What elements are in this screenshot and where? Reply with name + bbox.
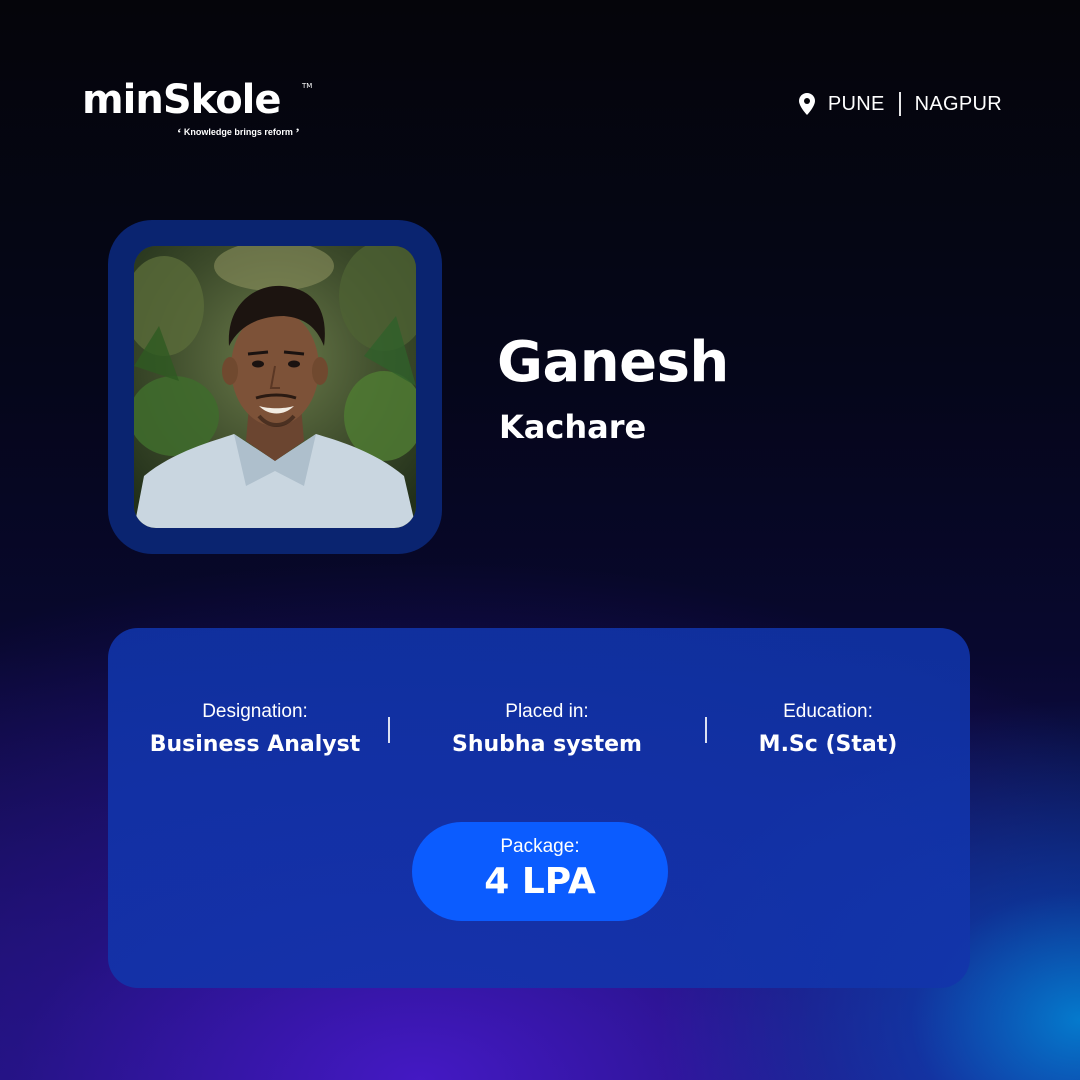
designation-value: Business Analyst bbox=[149, 732, 361, 757]
package-value: 4 LPA bbox=[484, 861, 596, 902]
brand-tagline-text: Knowledge brings reform bbox=[183, 127, 293, 137]
education-label: Education: bbox=[783, 701, 873, 722]
brand-name: minSkole bbox=[82, 77, 282, 123]
first-name: Ganesh bbox=[497, 330, 729, 395]
brand-tagline: ‘ Knowledge brings reform ’ bbox=[177, 123, 300, 140]
location-nagpur: NAGPUR bbox=[914, 92, 1002, 115]
location-pune: PUNE bbox=[827, 92, 885, 115]
education-value: M.Sc (Stat) bbox=[758, 732, 898, 757]
placement-poster: minSkole TM ‘ Knowledge brings reform ’ … bbox=[0, 0, 1080, 1080]
trademark-mark: TM bbox=[302, 82, 313, 90]
open-quote-mark: ‘ bbox=[177, 125, 182, 140]
designation-label: Designation: bbox=[202, 701, 308, 722]
brand-logo: minSkole TM ‘ Knowledge brings reform ’ bbox=[82, 76, 322, 140]
placement-details-card: Designation: Business Analyst Placed in:… bbox=[108, 628, 970, 988]
package-badge: Package: 4 LPA bbox=[412, 822, 668, 921]
location-list: PUNE NAGPUR bbox=[798, 90, 1002, 118]
close-quote-mark: ’ bbox=[295, 125, 300, 140]
profile-photo bbox=[134, 246, 416, 528]
package-label: Package: bbox=[500, 836, 580, 857]
designation-block: Designation: Business Analyst bbox=[110, 698, 400, 762]
placed-in-block: Placed in: Shubha system bbox=[402, 698, 692, 762]
placed-in-label: Placed in: bbox=[505, 701, 589, 722]
details-divider bbox=[388, 717, 390, 743]
map-pin-icon bbox=[798, 93, 815, 115]
education-block: Education: M.Sc (Stat) bbox=[683, 698, 973, 762]
last-name: Kachare bbox=[499, 408, 647, 446]
location-divider bbox=[898, 92, 901, 116]
profile-photo-frame bbox=[108, 220, 442, 554]
placed-in-value: Shubha system bbox=[452, 732, 642, 757]
